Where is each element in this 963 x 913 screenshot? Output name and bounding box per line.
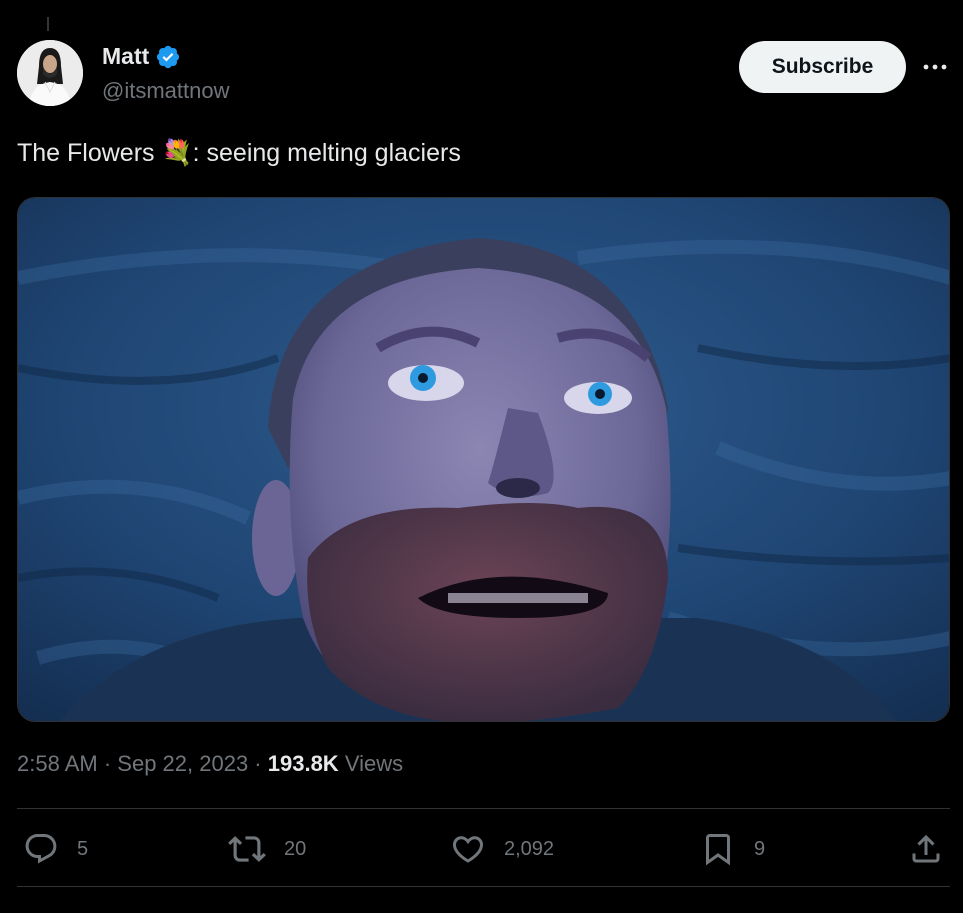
subscribe-button[interactable]: Subscribe — [739, 41, 906, 93]
repost-button[interactable]: 20 — [228, 830, 306, 868]
meta-separator: · — [248, 751, 268, 776]
tweet-meta: 2:58 AM · Sep 22, 2023 · 193.8K Views — [17, 751, 403, 777]
like-button[interactable]: 2,092 — [450, 830, 554, 868]
repost-icon — [228, 836, 266, 862]
tweet-media[interactable] — [17, 197, 950, 722]
reply-button[interactable]: 5 — [23, 830, 88, 868]
avatar-image — [17, 40, 83, 106]
share-icon — [912, 834, 940, 863]
bookmark-count: 9 — [754, 837, 766, 860]
divider-top — [17, 808, 950, 809]
repost-count: 20 — [284, 837, 307, 860]
reply-icon — [25, 834, 57, 864]
views-count: 193.8K — [267, 751, 339, 776]
bookmark-button[interactable]: 9 — [700, 830, 765, 868]
reply-count: 5 — [77, 837, 89, 860]
more-options-icon[interactable] — [920, 52, 950, 82]
tweet-text-after: : seeing melting glaciers — [192, 139, 461, 167]
tweet-time[interactable]: 2:58 AM — [17, 751, 98, 777]
video-still-image — [18, 198, 949, 721]
tweet-date[interactable]: Sep 22, 2023 — [117, 751, 248, 777]
avatar[interactable] — [17, 40, 83, 106]
author-name[interactable]: Matt — [102, 43, 149, 70]
divider-bottom — [17, 886, 950, 887]
heart-icon — [452, 836, 484, 863]
meta-separator: · — [97, 751, 118, 776]
author-handle[interactable]: @itsmattnow — [102, 78, 229, 104]
bouquet-emoji-icon: 💐 — [161, 139, 193, 167]
tweet-text-before: The Flowers — [17, 139, 162, 167]
bookmark-icon — [706, 834, 730, 866]
tweet-text: The Flowers 💐 : seeing melting glaciers — [17, 139, 461, 168]
thread-connector-line — [47, 17, 49, 31]
views-label: Views — [338, 751, 404, 776]
verified-badge-icon[interactable] — [155, 44, 181, 70]
like-count: 2,092 — [504, 837, 555, 860]
share-button[interactable] — [908, 830, 944, 868]
